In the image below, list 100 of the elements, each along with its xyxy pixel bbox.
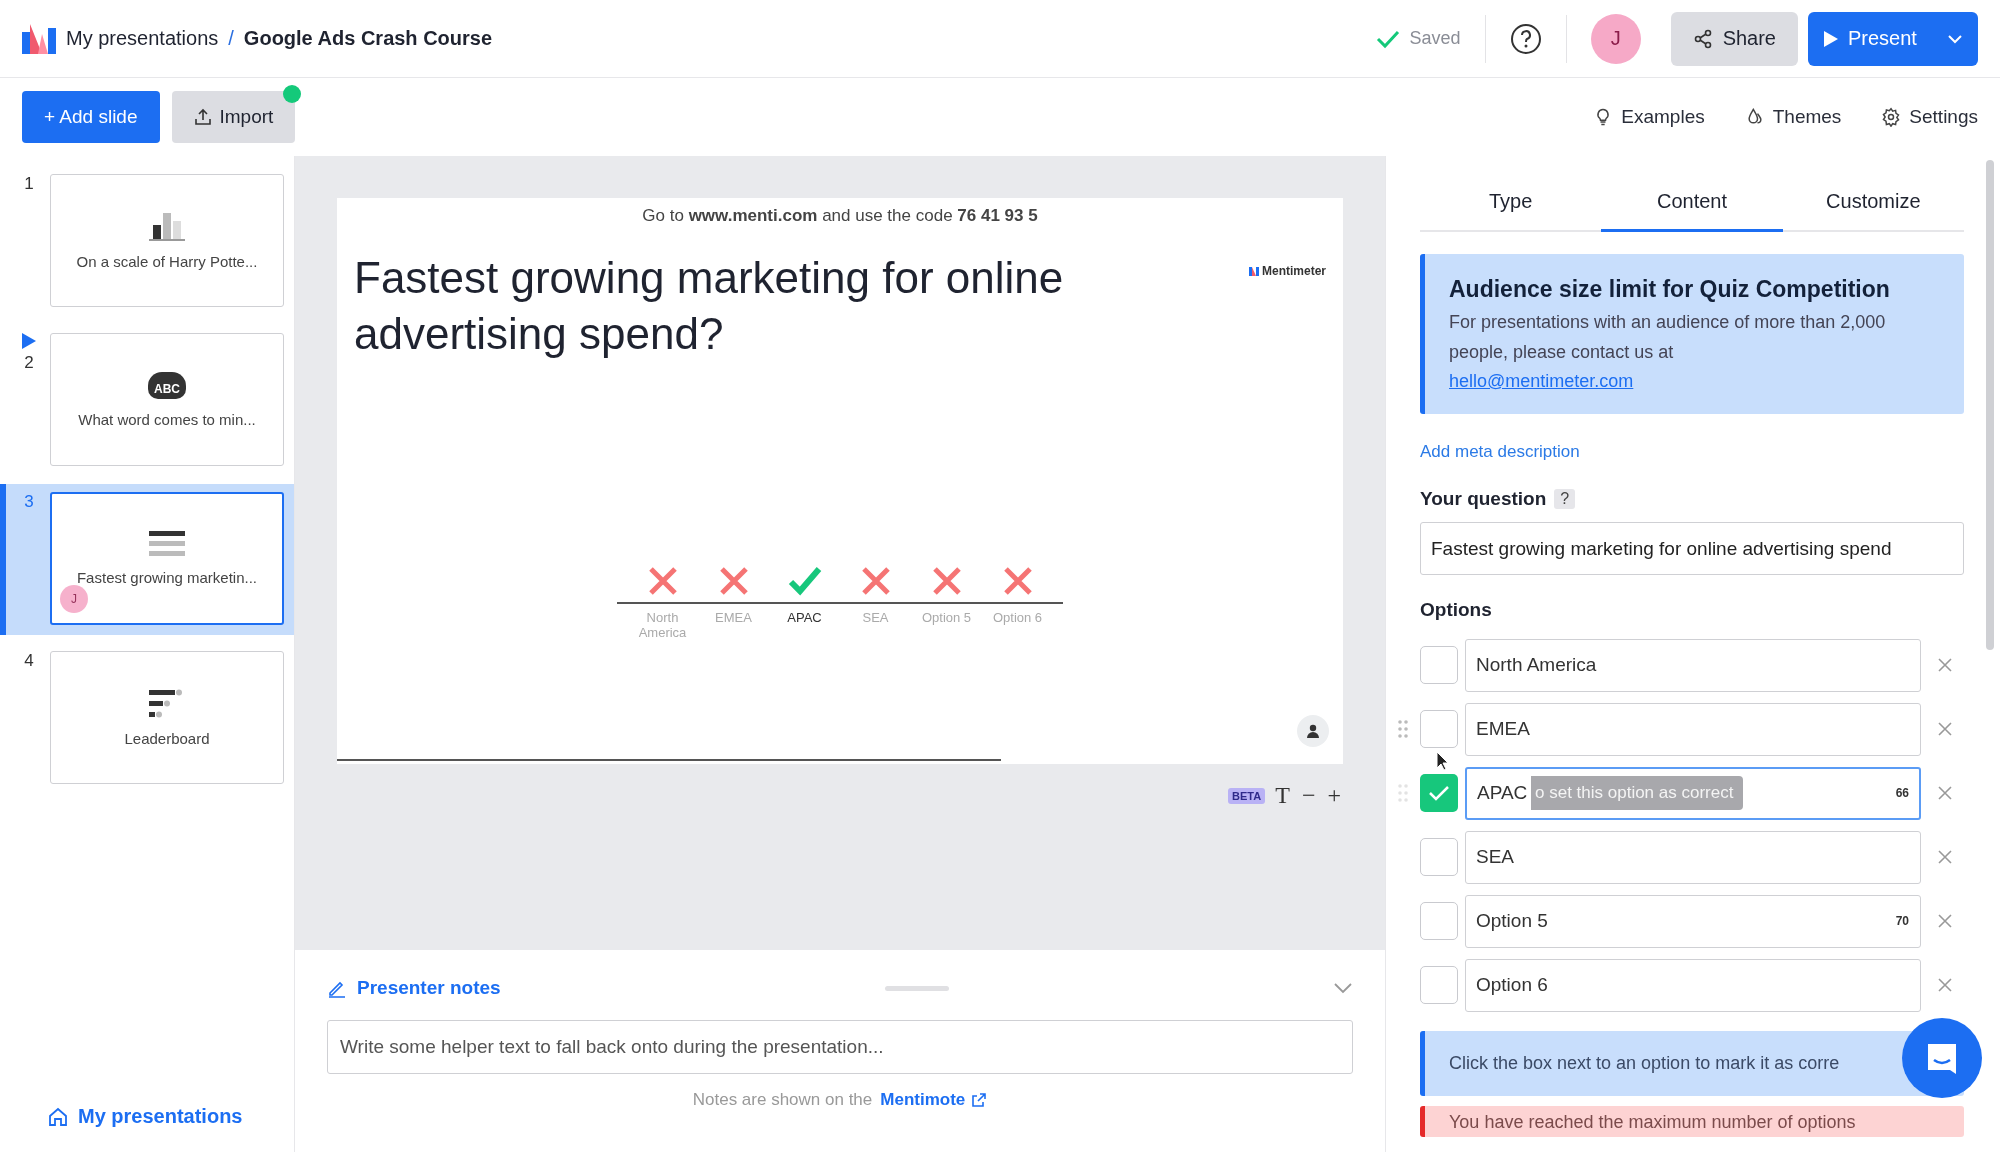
drag-handle-icon[interactable] — [1398, 720, 1408, 738]
chevron-down-icon[interactable] — [1333, 982, 1353, 994]
close-icon — [1938, 914, 1952, 928]
answer-label: Option 6 — [992, 610, 1043, 625]
presentation-title: Google Ads Crash Course — [243, 27, 493, 50]
char-counter: 66 — [1895, 785, 1909, 800]
person-icon — [1307, 724, 1319, 738]
close-icon — [1938, 722, 1952, 736]
slide-title: What word comes to min... — [78, 410, 256, 428]
toolbar-link[interactable]: Themes — [1744, 106, 1842, 128]
decrease-button[interactable]: − — [1299, 782, 1318, 809]
warning-notice: You have reached the maximum number of options — [1420, 1106, 1964, 1137]
slide-question: Fastest growing marketing for online advertising spend? — [354, 252, 1065, 360]
correct-checkbox[interactable] — [1420, 646, 1458, 684]
toolbar-link[interactable]: Examples — [1593, 106, 1705, 128]
breadcrumb-link[interactable]: My presentations — [66, 27, 219, 50]
tooltip: o set this option as correct — [1531, 775, 1744, 810]
add-slide-button[interactable]: + Add slide — [22, 91, 160, 143]
option-field[interactable]: Option 6 — [1465, 958, 1921, 1012]
slide-number: 3 — [24, 492, 34, 512]
options-label: Options — [1420, 599, 1493, 621]
my-presentations-link[interactable]: My presentations — [48, 1105, 294, 1128]
share-button[interactable]: Share — [1670, 11, 1798, 66]
presenter-notes-title[interactable]: Presenter notes — [327, 977, 501, 999]
slide-title: Fastest growing marketin... — [76, 569, 258, 586]
breadcrumb-separator: / — [228, 27, 234, 50]
slide-number: 4 — [24, 651, 34, 671]
slide-title: Leaderboard — [124, 730, 210, 747]
answer-label: North America — [637, 610, 688, 640]
viewer-avatar: J — [60, 585, 88, 613]
bar-chart-icon — [149, 211, 185, 241]
slide-row[interactable]: 2 ABC What word comes to min... — [0, 325, 294, 476]
close-icon — [1938, 850, 1952, 864]
answer-label: Option 5 — [921, 610, 972, 625]
play-icon — [1824, 30, 1838, 47]
home-icon — [48, 1106, 68, 1127]
slide-thumbnail[interactable]: Fastest growing marketin... J — [50, 492, 284, 625]
external-link-icon — [971, 1092, 988, 1108]
toolbar-link[interactable]: Settings — [1881, 106, 1978, 128]
settings-icon — [1881, 107, 1902, 127]
char-counter: 70 — [1895, 913, 1909, 928]
check-icon — [1375, 28, 1400, 49]
notice-title: Audience size limit for Quiz Competition — [1449, 276, 1891, 303]
list-icon — [149, 531, 185, 557]
panel-tab[interactable]: Content — [1601, 174, 1783, 232]
question-label: Your question — [1420, 488, 1547, 510]
close-icon — [1938, 658, 1952, 672]
text-size-button[interactable]: T — [1273, 782, 1292, 809]
option-field[interactable]: SEA — [1465, 830, 1921, 884]
saved-status: Saved — [1409, 28, 1461, 49]
slide-title: On a scale of Harry Potte... — [76, 253, 258, 270]
scrollbar[interactable] — [1986, 160, 1994, 650]
correct-checkbox[interactable] — [1420, 838, 1458, 876]
slide-thumbnail[interactable]: Leaderboard — [50, 651, 284, 784]
check-icon — [1428, 784, 1450, 802]
slide-thumbnail[interactable]: On a scale of Harry Potte... — [50, 174, 284, 307]
answer-label: EMEA — [715, 610, 752, 625]
correct-checkbox[interactable] — [1420, 710, 1458, 748]
correct-checkbox[interactable] — [1420, 774, 1458, 812]
panel-tab[interactable]: Customize — [1782, 174, 1964, 232]
slide-row[interactable]: 4 Leaderboard — [0, 643, 294, 794]
increase-button[interactable]: + — [1325, 782, 1343, 809]
help-icon[interactable] — [1509, 22, 1542, 55]
answer-label: SEA — [862, 610, 889, 625]
question-field[interactable]: Fastest growing marketing for online advertising spend — [1420, 522, 1964, 575]
cursor-icon — [1436, 751, 1450, 771]
user-avatar[interactable]: J — [1590, 13, 1641, 64]
answer-label: APAC — [787, 610, 822, 625]
beta-badge: BETA — [1228, 787, 1266, 804]
present-button[interactable]: Present — [1808, 11, 1978, 66]
close-icon — [1938, 786, 1952, 800]
slide-thumbnail[interactable]: ABC What word comes to min... — [50, 333, 284, 466]
add-meta-link[interactable]: Add meta description — [1420, 442, 1964, 462]
leaderboard-icon — [149, 688, 185, 718]
notice-text: For presentations with an audience of more than 2,000 people, please contact us at — [1449, 311, 1887, 364]
import-button[interactable]: Import — [171, 91, 296, 143]
logo-icon — [1249, 266, 1259, 276]
slide-number: 1 — [24, 174, 34, 194]
option-field[interactable]: EMEA — [1465, 702, 1921, 756]
slide-row[interactable]: 1 On a scale of Harry Potte... — [0, 166, 294, 317]
notes-field[interactable]: Write some helper text to fall back onto during the presentation... — [327, 1020, 1353, 1074]
mentimote-link[interactable]: Mentimote — [880, 1090, 988, 1110]
join-instructions: Go to www.menti.com and use the code 76 41 93 5 — [641, 205, 1039, 226]
resize-handle[interactable] — [884, 985, 949, 991]
audience-button[interactable] — [1297, 715, 1329, 747]
option-field[interactable]: North America — [1465, 638, 1921, 692]
drag-handle-icon[interactable] — [1398, 784, 1408, 802]
close-icon — [1938, 978, 1952, 992]
share-icon — [1692, 28, 1713, 49]
notes-info: Notes are shown on the — [692, 1090, 873, 1110]
panel-tab[interactable]: Type — [1420, 174, 1602, 232]
correct-checkbox[interactable] — [1420, 966, 1458, 1004]
slide-row[interactable]: 3 Fastest growing marketin... J — [0, 484, 294, 635]
brand-logo: Mentimeter — [1249, 264, 1326, 278]
correct-checkbox[interactable] — [1420, 902, 1458, 940]
slide-number: 2 — [24, 353, 34, 373]
cloud-icon: ABC — [148, 371, 186, 399]
upload-icon — [193, 108, 212, 126]
logo-icon — [22, 23, 56, 54]
help-badge[interactable]: ? — [1554, 489, 1576, 509]
